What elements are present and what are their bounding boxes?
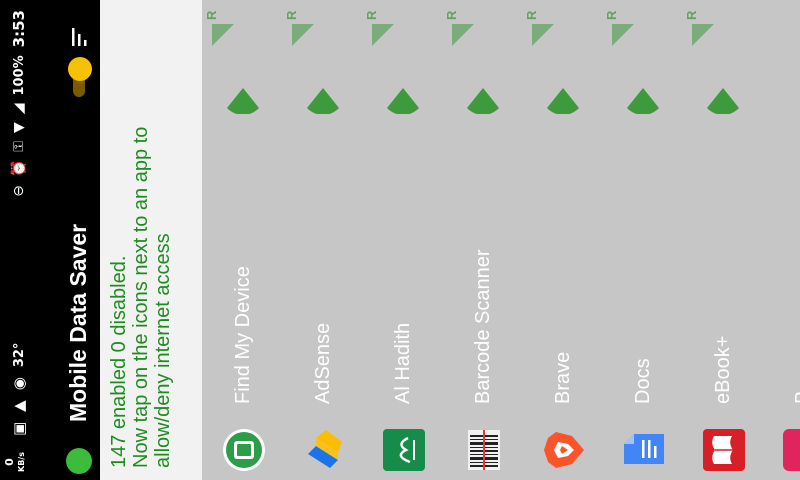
- clock: 3:53: [10, 10, 28, 48]
- roaming-badge: R: [604, 10, 619, 20]
- ebook-icon: [703, 429, 745, 471]
- list-item: B: [762, 0, 800, 480]
- mobile-data-toggle-icon[interactable]: [306, 86, 340, 114]
- warning-icon: ▲: [10, 400, 28, 412]
- wifi-toggle-icon[interactable]: [370, 22, 396, 48]
- mobile-data-toggle-icon[interactable]: [546, 86, 580, 114]
- barcode-scanner-icon: [468, 430, 500, 470]
- roaming-badge: R: [204, 10, 219, 20]
- app-name: B: [792, 391, 800, 404]
- wifi-toggle-icon[interactable]: [210, 22, 236, 48]
- system-icons: ⊖ ⏰ ⚿ ▼ ◢ 100% 3:53: [10, 10, 28, 197]
- list-item: Find My Device R: [202, 0, 282, 480]
- app-name: Docs: [632, 358, 654, 404]
- key-icon: ⚿: [11, 141, 27, 152]
- mobile-data-toggle-icon[interactable]: [226, 86, 260, 114]
- list-item: eBook+ R: [682, 0, 762, 480]
- roaming-badge: R: [524, 10, 539, 20]
- app-title: Mobile Data Saver: [65, 223, 91, 422]
- roaming-badge: R: [284, 10, 299, 20]
- brave-icon: [544, 432, 584, 468]
- wifi-toggle-icon[interactable]: [290, 22, 316, 48]
- list-item: Brave R: [522, 0, 602, 480]
- toggle-knob: [68, 57, 92, 81]
- roaming-badge: R: [444, 10, 459, 20]
- app-name: Brave: [552, 351, 574, 404]
- mobile-data-toggle-icon[interactable]: [386, 86, 420, 114]
- wifi-icon: ▼: [11, 122, 27, 134]
- record-icon: ◉: [10, 377, 28, 391]
- find-my-device-icon: [223, 429, 265, 471]
- docs-icon: [624, 434, 664, 464]
- list-item: AdSense R: [282, 0, 362, 480]
- wifi-toggle-icon[interactable]: [610, 22, 636, 48]
- app-name: Al Hadith: [392, 322, 414, 404]
- app-name: Barcode Scanner: [472, 249, 494, 404]
- mobile-data-toggle-icon[interactable]: [626, 86, 660, 114]
- adsense-icon: [308, 430, 342, 468]
- mobile-data-toggle-icon[interactable]: [466, 86, 500, 114]
- instruction-text-2: allow/deny internet access: [152, 233, 174, 468]
- notification-icons: ▣ ▲ ◉ 32°: [10, 343, 28, 436]
- app-name: AdSense: [312, 322, 334, 404]
- wifi-toggle-icon[interactable]: [530, 22, 556, 48]
- dnd-icon: ⊖: [11, 185, 27, 197]
- enabled-count-text: 147 enabled 0 disabled.: [108, 255, 130, 468]
- alarm-icon: ⏰: [11, 159, 27, 178]
- battery-level: 100%: [11, 55, 27, 96]
- list-item: Barcode Scanner R: [442, 0, 522, 480]
- signal-icon: ◢: [11, 103, 27, 115]
- list-item: Docs R: [602, 0, 682, 480]
- wifi-toggle-icon[interactable]: [450, 22, 476, 48]
- status-bar: 0 KB/s ▣ ▲ ◉ 32° ⊖ ⏰ ⚿ ▼ ◢ 100% 3:53: [0, 0, 58, 480]
- roaming-badge: R: [684, 10, 699, 20]
- wifi-toggle-icon[interactable]: [690, 22, 716, 48]
- sim-icon: ▣: [10, 421, 28, 436]
- app-list: Find My Device R AdSense R Al Hadith R B…: [202, 0, 800, 480]
- app-screen: 0 KB/s ▣ ▲ ◉ 32° ⊖ ⏰ ⚿ ▼ ◢ 100% 3:53 Mob…: [0, 0, 800, 480]
- net-speed: 0 KB/s: [3, 452, 26, 472]
- info-panel: 147 enabled 0 disabled. Now tap on the i…: [100, 0, 202, 480]
- app-toolbar: Mobile Data Saver: [58, 0, 100, 480]
- master-toggle[interactable]: [68, 57, 92, 101]
- list-item: Al Hadith R: [362, 0, 442, 480]
- mobile-data-toggle-icon[interactable]: [706, 86, 740, 114]
- temperature: 32°: [11, 342, 27, 368]
- app-icon: [783, 429, 800, 471]
- app-name: eBook+: [712, 335, 734, 404]
- app-name: Find My Device: [232, 266, 254, 404]
- al-hadith-icon: [383, 429, 425, 471]
- status-dot-icon: [66, 448, 92, 474]
- sort-menu-icon[interactable]: [68, 26, 90, 48]
- roaming-badge: R: [364, 10, 379, 20]
- instruction-text-1: Now tap on the icons next to an app to: [130, 126, 152, 468]
